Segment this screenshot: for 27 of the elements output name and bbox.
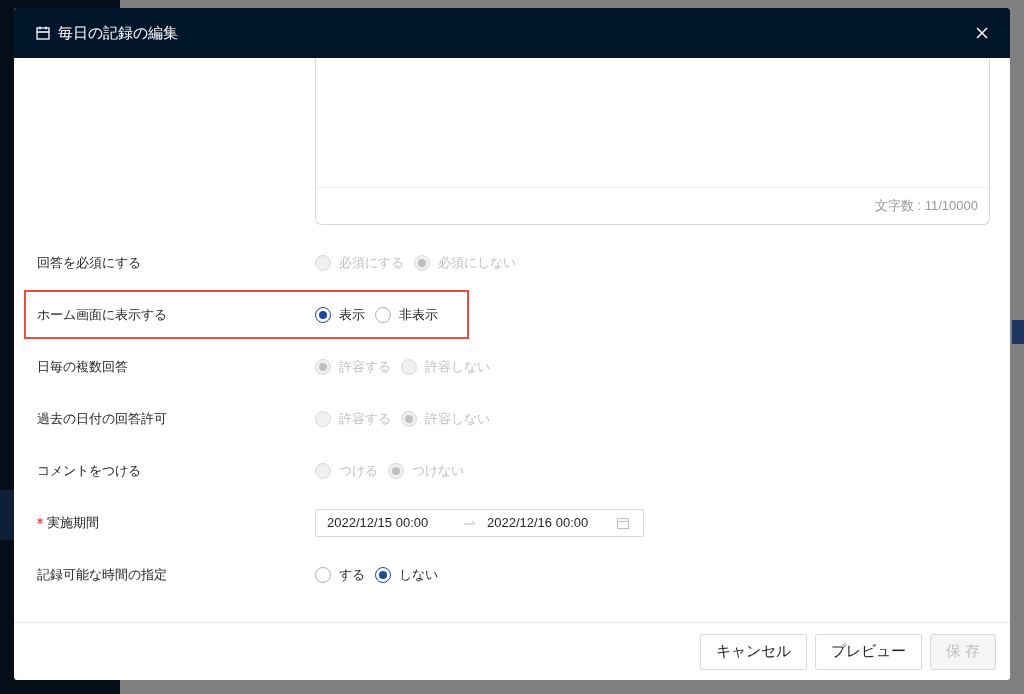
field-label: コメントをつける (37, 462, 141, 481)
field-label: 回答を必須にする (37, 254, 141, 273)
radio-option[interactable]: 表示 (315, 305, 365, 325)
radio-option[interactable]: する (315, 565, 365, 585)
calendar-icon (36, 26, 50, 40)
radio-button[interactable] (315, 307, 331, 323)
dialog-button[interactable]: キャンセル (699, 633, 807, 670)
char-count: 文字数 : 11/10000 (874, 197, 978, 216)
end-date: 2022/12/16 00:00 (487, 514, 590, 533)
radio-option[interactable]: 非表示 (375, 305, 438, 325)
radio-button[interactable] (315, 567, 331, 583)
radio-button[interactable] (375, 567, 391, 583)
radio-button[interactable] (375, 307, 391, 323)
dialog-button[interactable]: プレビュー (814, 633, 922, 670)
field-label: 日毎の複数回答 (37, 358, 128, 377)
close-icon[interactable] (976, 27, 988, 39)
field-label: ホーム画面に表示する (37, 306, 167, 325)
date-range-field[interactable]: 2022/12/15 00:00 2022/12/16 00:00 (315, 509, 644, 537)
field-label: 記録可能な時間の指定 (37, 566, 167, 585)
calendar-icon (617, 517, 629, 529)
start-date: 2022/12/15 00:00 (327, 514, 430, 533)
dialog-title: 毎日の記録の編集 (58, 22, 178, 43)
text-area[interactable]: 文字数 : 11/10000 (315, 58, 990, 225)
field-label: 実施期間 (47, 514, 99, 533)
field-label: 過去の日付の回答許可 (37, 410, 167, 429)
radio-option[interactable]: しない (375, 565, 438, 585)
arrow-icon (464, 520, 476, 526)
